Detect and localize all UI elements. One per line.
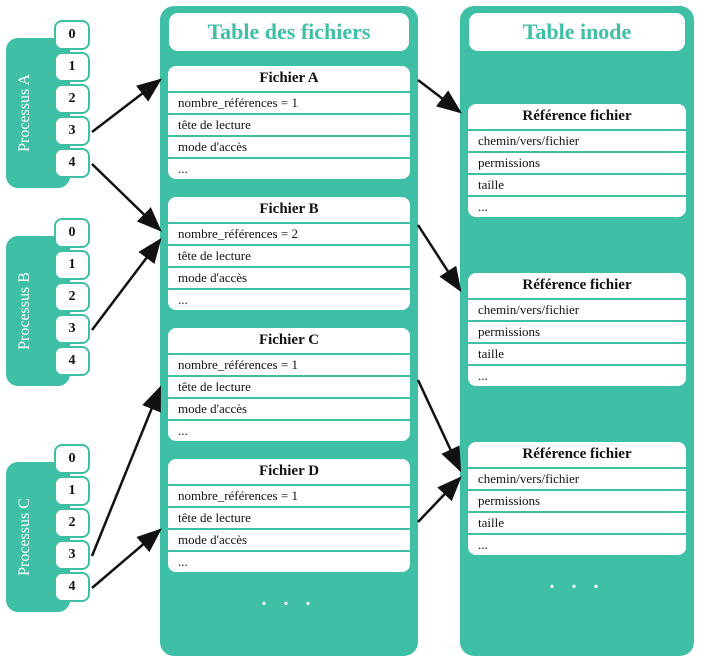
inode-table-title: Table inode [466,10,688,54]
file-row: nombre_références = 1 [166,486,412,508]
fd-cell: 4 [54,572,90,602]
fd-cell: 3 [54,540,90,570]
fd-cell: 0 [54,218,90,248]
file-row: ... [166,159,412,181]
file-header: Fichier A [166,64,412,93]
file-block-c: Fichier C nombre_références = 1 tête de … [166,326,412,443]
file-table-title: Table des fichiers [166,10,412,54]
process-a-fds: 0 1 2 3 4 [54,20,90,178]
inode-block-1: Référence fichier chemin/vers/fichier pe… [466,271,688,388]
process-b-label: Processus B [16,272,34,350]
inode-table-footer: . . . [466,571,688,596]
inode-row: ... [466,535,688,557]
file-block-b: Fichier B nombre_références = 2 tête de … [166,195,412,312]
file-row: ... [166,421,412,443]
fd-cell: 2 [54,508,90,538]
inode-row: chemin/vers/fichier [466,300,688,322]
file-table-panel: Table des fichiers Fichier A nombre_réfé… [160,6,418,656]
inode-table-panel: Table inode Référence fichier chemin/ver… [460,6,694,656]
arrow [92,530,160,588]
arrow [418,80,460,112]
inode-row: taille [466,175,688,197]
fd-cell: 1 [54,52,90,82]
inode-row: permissions [466,491,688,513]
file-row: ... [166,290,412,312]
fd-cell: 1 [54,250,90,280]
arrow [92,80,160,132]
inode-row: ... [466,366,688,388]
arrow [92,164,160,230]
file-header: Fichier B [166,195,412,224]
file-table-footer: . . . [166,588,412,613]
arrow [92,388,160,556]
fd-cell: 0 [54,444,90,474]
fd-cell: 1 [54,476,90,506]
inode-row: taille [466,344,688,366]
inode-row: chemin/vers/fichier [466,131,688,153]
inode-row: permissions [466,153,688,175]
file-row: tête de lecture [166,377,412,399]
process-c-fds: 0 1 2 3 4 [54,444,90,602]
file-row: mode d'accès [166,399,412,421]
process-b-fds: 0 1 2 3 4 [54,218,90,376]
file-row: mode d'accès [166,268,412,290]
arrow [418,380,460,470]
file-header: Fichier C [166,326,412,355]
file-block-a: Fichier A nombre_références = 1 tête de … [166,64,412,181]
file-row: nombre_références = 2 [166,224,412,246]
arrow [418,225,460,290]
fd-cell: 3 [54,116,90,146]
inode-row: permissions [466,322,688,344]
fd-cell: 4 [54,346,90,376]
process-a-label: Processus A [16,74,34,152]
file-row: nombre_références = 1 [166,93,412,115]
file-row: tête de lecture [166,508,412,530]
arrow [92,240,160,330]
fd-cell: 4 [54,148,90,178]
inode-block-0: Référence fichier chemin/vers/fichier pe… [466,102,688,219]
inode-row: ... [466,197,688,219]
inode-header: Référence fichier [466,440,688,469]
inode-block-2: Référence fichier chemin/vers/fichier pe… [466,440,688,557]
file-row: nombre_références = 1 [166,355,412,377]
fd-cell: 2 [54,282,90,312]
file-row: ... [166,552,412,574]
file-block-d: Fichier D nombre_références = 1 tête de … [166,457,412,574]
file-row: mode d'accès [166,137,412,159]
inode-header: Référence fichier [466,271,688,300]
file-row: tête de lecture [166,115,412,137]
file-header: Fichier D [166,457,412,486]
inode-row: taille [466,513,688,535]
arrow [418,478,460,522]
inode-row: chemin/vers/fichier [466,469,688,491]
inode-header: Référence fichier [466,102,688,131]
fd-cell: 3 [54,314,90,344]
fd-cell: 0 [54,20,90,50]
process-c-label: Processus C [16,498,34,576]
file-row: mode d'accès [166,530,412,552]
fd-cell: 2 [54,84,90,114]
file-row: tête de lecture [166,246,412,268]
